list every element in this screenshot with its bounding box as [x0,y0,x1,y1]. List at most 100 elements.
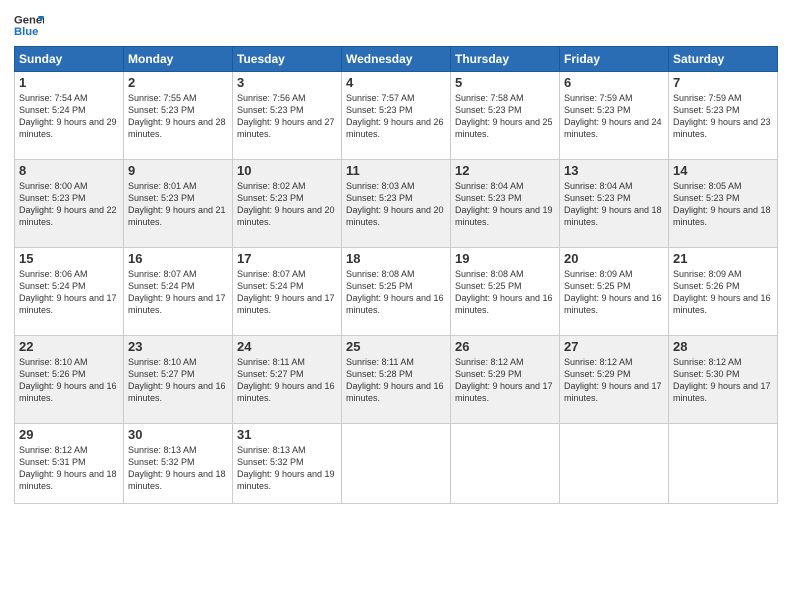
calendar-week-row: 1 Sunrise: 7:54 AMSunset: 5:24 PMDaylight… [15,72,778,160]
calendar-cell: 6 Sunrise: 7:59 AMSunset: 5:23 PMDaylight… [560,72,669,160]
day-number: 3 [237,75,337,90]
cell-info: Sunrise: 8:02 AMSunset: 5:23 PMDaylight:… [237,180,337,229]
cell-info: Sunrise: 8:13 AMSunset: 5:32 PMDaylight:… [237,444,337,493]
day-number: 30 [128,427,228,442]
day-number: 11 [346,163,446,178]
cell-info: Sunrise: 8:11 AMSunset: 5:28 PMDaylight:… [346,356,446,405]
day-number: 18 [346,251,446,266]
weekday-header-row: SundayMondayTuesdayWednesdayThursdayFrid… [15,47,778,72]
calendar-cell: 11 Sunrise: 8:03 AMSunset: 5:23 PMDayligh… [342,160,451,248]
day-number: 16 [128,251,228,266]
day-number: 28 [673,339,773,354]
weekday-header: Monday [124,47,233,72]
day-number: 23 [128,339,228,354]
calendar-week-row: 8Sunrise: 8:00 AMSunset: 5:23 PMDaylight… [15,160,778,248]
calendar-cell: 7Sunrise: 7:59 AMSunset: 5:23 PMDaylight… [669,72,778,160]
calendar-cell: 8Sunrise: 8:00 AMSunset: 5:23 PMDaylight… [15,160,124,248]
calendar-cell: 17 Sunrise: 8:07 AMSunset: 5:24 PMDayligh… [233,248,342,336]
calendar-cell: 1 Sunrise: 7:54 AMSunset: 5:24 PMDaylight… [15,72,124,160]
cell-info: Sunrise: 8:01 AMSunset: 5:23 PMDaylight:… [128,180,228,229]
calendar-cell: 29 Sunrise: 8:12 AMSunset: 5:31 PMDayligh… [15,424,124,504]
logo-icon: General Blue [14,10,44,40]
calendar-week-row: 29 Sunrise: 8:12 AMSunset: 5:31 PMDayligh… [15,424,778,504]
calendar-cell: 10 Sunrise: 8:02 AMSunset: 5:23 PMDayligh… [233,160,342,248]
calendar-cell [451,424,560,504]
cell-info: Sunrise: 8:04 AMSunset: 5:23 PMDaylight:… [455,180,555,229]
cell-info: Sunrise: 8:12 AMSunset: 5:29 PMDaylight:… [564,356,664,405]
weekday-header: Tuesday [233,47,342,72]
day-number: 20 [564,251,664,266]
cell-info: Sunrise: 8:12 AMSunset: 5:31 PMDaylight:… [19,444,119,493]
day-number: 24 [237,339,337,354]
day-number: 19 [455,251,555,266]
cell-info: Sunrise: 7:54 AMSunset: 5:24 PMDaylight:… [19,92,119,141]
weekday-header: Wednesday [342,47,451,72]
cell-info: Sunrise: 7:59 AMSunset: 5:23 PMDaylight:… [564,92,664,141]
calendar-cell: 21Sunrise: 8:09 AMSunset: 5:26 PMDayligh… [669,248,778,336]
cell-info: Sunrise: 8:07 AMSunset: 5:24 PMDaylight:… [237,268,337,317]
day-number: 25 [346,339,446,354]
cell-info: Sunrise: 7:59 AMSunset: 5:23 PMDaylight:… [673,92,773,141]
cell-info: Sunrise: 8:06 AMSunset: 5:24 PMDaylight:… [19,268,119,317]
logo: General Blue [14,10,44,40]
day-number: 10 [237,163,337,178]
weekday-header: Thursday [451,47,560,72]
calendar-cell: 18Sunrise: 8:08 AMSunset: 5:25 PMDayligh… [342,248,451,336]
weekday-header: Sunday [15,47,124,72]
cell-info: Sunrise: 8:10 AMSunset: 5:26 PMDaylight:… [19,356,119,405]
day-number: 9 [128,163,228,178]
cell-info: Sunrise: 8:09 AMSunset: 5:25 PMDaylight:… [564,268,664,317]
calendar-cell: 12 Sunrise: 8:04 AMSunset: 5:23 PMDayligh… [451,160,560,248]
calendar-cell: 4Sunrise: 7:57 AMSunset: 5:23 PMDaylight… [342,72,451,160]
calendar-cell: 24 Sunrise: 8:11 AMSunset: 5:27 PMDayligh… [233,336,342,424]
day-number: 21 [673,251,773,266]
calendar-cell: 30Sunrise: 8:13 AMSunset: 5:32 PMDayligh… [124,424,233,504]
calendar-cell: 19 Sunrise: 8:08 AMSunset: 5:25 PMDayligh… [451,248,560,336]
calendar-cell: 31 Sunrise: 8:13 AMSunset: 5:32 PMDayligh… [233,424,342,504]
day-number: 6 [564,75,664,90]
day-number: 1 [19,75,119,90]
calendar-table: SundayMondayTuesdayWednesdayThursdayFrid… [14,46,778,504]
cell-info: Sunrise: 8:12 AMSunset: 5:29 PMDaylight:… [455,356,555,405]
day-number: 26 [455,339,555,354]
weekday-header: Saturday [669,47,778,72]
day-number: 22 [19,339,119,354]
cell-info: Sunrise: 7:58 AMSunset: 5:23 PMDaylight:… [455,92,555,141]
calendar-cell: 2 Sunrise: 7:55 AMSunset: 5:23 PMDaylight… [124,72,233,160]
day-number: 15 [19,251,119,266]
day-number: 13 [564,163,664,178]
svg-text:Blue: Blue [14,26,38,38]
calendar-cell: 26 Sunrise: 8:12 AMSunset: 5:29 PMDayligh… [451,336,560,424]
calendar-cell: 23 Sunrise: 8:10 AMSunset: 5:27 PMDayligh… [124,336,233,424]
calendar-cell: 13 Sunrise: 8:04 AMSunset: 5:23 PMDayligh… [560,160,669,248]
day-number: 5 [455,75,555,90]
calendar-cell: 15 Sunrise: 8:06 AMSunset: 5:24 PMDayligh… [15,248,124,336]
cell-info: Sunrise: 8:03 AMSunset: 5:23 PMDaylight:… [346,180,446,229]
cell-info: Sunrise: 8:07 AMSunset: 5:24 PMDaylight:… [128,268,228,317]
calendar-cell: 22 Sunrise: 8:10 AMSunset: 5:26 PMDayligh… [15,336,124,424]
calendar-cell: 25 Sunrise: 8:11 AMSunset: 5:28 PMDayligh… [342,336,451,424]
cell-info: Sunrise: 8:11 AMSunset: 5:27 PMDaylight:… [237,356,337,405]
calendar-week-row: 22 Sunrise: 8:10 AMSunset: 5:26 PMDayligh… [15,336,778,424]
day-number: 31 [237,427,337,442]
calendar-cell: 3Sunrise: 7:56 AMSunset: 5:23 PMDaylight… [233,72,342,160]
calendar-cell: 28 Sunrise: 8:12 AMSunset: 5:30 PMDayligh… [669,336,778,424]
day-number: 2 [128,75,228,90]
day-number: 17 [237,251,337,266]
day-number: 12 [455,163,555,178]
cell-info: Sunrise: 8:05 AMSunset: 5:23 PMDaylight:… [673,180,773,229]
day-number: 14 [673,163,773,178]
day-number: 27 [564,339,664,354]
cell-info: Sunrise: 8:08 AMSunset: 5:25 PMDaylight:… [455,268,555,317]
cell-info: Sunrise: 8:04 AMSunset: 5:23 PMDaylight:… [564,180,664,229]
cell-info: Sunrise: 8:10 AMSunset: 5:27 PMDaylight:… [128,356,228,405]
day-number: 29 [19,427,119,442]
weekday-header: Friday [560,47,669,72]
calendar-cell [342,424,451,504]
cell-info: Sunrise: 8:12 AMSunset: 5:30 PMDaylight:… [673,356,773,405]
cell-info: Sunrise: 7:55 AMSunset: 5:23 PMDaylight:… [128,92,228,141]
calendar-cell: 9 Sunrise: 8:01 AMSunset: 5:23 PMDaylight… [124,160,233,248]
calendar-cell [669,424,778,504]
calendar-cell: 27 Sunrise: 8:12 AMSunset: 5:29 PMDayligh… [560,336,669,424]
calendar-cell: 16 Sunrise: 8:07 AMSunset: 5:24 PMDayligh… [124,248,233,336]
